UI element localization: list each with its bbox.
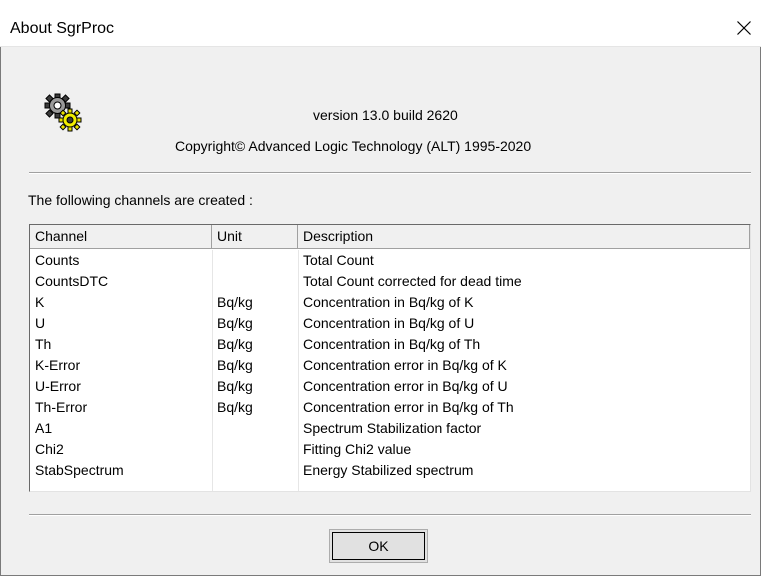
title-bar[interactable]: About SgrProc bbox=[0, 0, 761, 47]
cell-unit bbox=[212, 439, 298, 460]
cell-channel: Th bbox=[35, 336, 52, 352]
table-header: Channel Unit Description bbox=[30, 225, 750, 249]
cell-channel: A1 bbox=[35, 420, 53, 436]
cell-description: Spectrum Stabilization factor bbox=[303, 420, 482, 436]
cell-description: Concentration error in Bq/kg of U bbox=[303, 378, 508, 394]
window-title: About SgrProc bbox=[10, 20, 115, 37]
cell-channel: U-Error bbox=[35, 378, 81, 394]
cell-unit bbox=[212, 271, 298, 292]
cell-channel: Th-Error bbox=[35, 399, 88, 415]
separator bbox=[29, 514, 751, 516]
cell-channel: Chi2 bbox=[35, 441, 64, 457]
cell-unit bbox=[212, 418, 298, 439]
table-row[interactable]: K Bq/kg Concentration in Bq/kg of K bbox=[30, 292, 750, 313]
cell-description: Concentration in Bq/kg of U bbox=[303, 315, 475, 331]
table-row[interactable]: U-Error Bq/kg Concentration error in Bq/… bbox=[30, 376, 750, 397]
cell-unit: Bq/kg bbox=[217, 357, 253, 373]
cell-channel: U bbox=[35, 315, 46, 331]
table-row[interactable]: K-Error Bq/kg Concentration error in Bq/… bbox=[30, 355, 750, 376]
table-row[interactable]: Chi2 Fitting Chi2 value bbox=[30, 439, 750, 460]
cell-unit bbox=[212, 250, 298, 271]
table-row[interactable]: Th Bq/kg Concentration in Bq/kg of Th bbox=[30, 334, 750, 355]
cell-channel: K bbox=[35, 294, 45, 310]
cell-channel: StabSpectrum bbox=[35, 462, 124, 478]
cell-description: Concentration error in Bq/kg of K bbox=[303, 357, 507, 373]
close-button[interactable] bbox=[727, 15, 761, 41]
column-header-description[interactable]: Description bbox=[298, 225, 750, 248]
cell-description: Concentration in Bq/kg of Th bbox=[303, 336, 481, 352]
version-text: version 13.0 build 2620 bbox=[313, 107, 458, 123]
cell-channel: K-Error bbox=[35, 357, 81, 373]
table-body: Counts Total Count CountsDTC Total Count… bbox=[30, 250, 750, 481]
table-row[interactable]: Counts Total Count bbox=[30, 250, 750, 271]
separator bbox=[29, 172, 751, 174]
cell-description: Total Count corrected for dead time bbox=[303, 273, 522, 289]
cell-channel: Counts bbox=[35, 252, 80, 268]
cell-unit: Bq/kg bbox=[217, 336, 253, 352]
cell-description: Total Count bbox=[303, 252, 374, 268]
cell-description: Concentration error in Bq/kg of Th bbox=[303, 399, 514, 415]
channels-table[interactable]: Channel Unit Description Counts Total Co… bbox=[29, 224, 751, 492]
table-row[interactable]: CountsDTC Total Count corrected for dead… bbox=[30, 271, 750, 292]
cell-unit: Bq/kg bbox=[217, 294, 253, 310]
cell-description: Fitting Chi2 value bbox=[303, 441, 412, 457]
ok-button-label: OK bbox=[368, 538, 389, 554]
table-row[interactable]: StabSpectrum Energy Stabilized spectrum bbox=[30, 460, 750, 481]
cell-description: Concentration in Bq/kg of K bbox=[303, 294, 474, 310]
channels-label: The following channels are created : bbox=[28, 192, 253, 208]
column-header-unit[interactable]: Unit bbox=[212, 225, 298, 248]
cell-unit: Bq/kg bbox=[217, 399, 253, 415]
column-header-channel[interactable]: Channel bbox=[30, 225, 212, 248]
cell-description: Energy Stabilized spectrum bbox=[303, 462, 474, 478]
cell-channel: CountsDTC bbox=[35, 273, 109, 289]
cell-unit: Bq/kg bbox=[217, 378, 253, 394]
table-row[interactable]: A1 Spectrum Stabilization factor bbox=[30, 418, 750, 439]
copyright-text: Copyright© Advanced Logic Technology (AL… bbox=[175, 138, 532, 154]
cell-unit: Bq/kg bbox=[217, 315, 253, 331]
cell-unit bbox=[212, 460, 298, 481]
table-row[interactable]: Th-Error Bq/kg Concentration error in Bq… bbox=[30, 397, 750, 418]
ok-button[interactable]: OK bbox=[329, 529, 428, 563]
gears-icon bbox=[43, 92, 83, 132]
close-icon bbox=[737, 21, 751, 35]
table-row[interactable]: U Bq/kg Concentration in Bq/kg of U bbox=[30, 313, 750, 334]
